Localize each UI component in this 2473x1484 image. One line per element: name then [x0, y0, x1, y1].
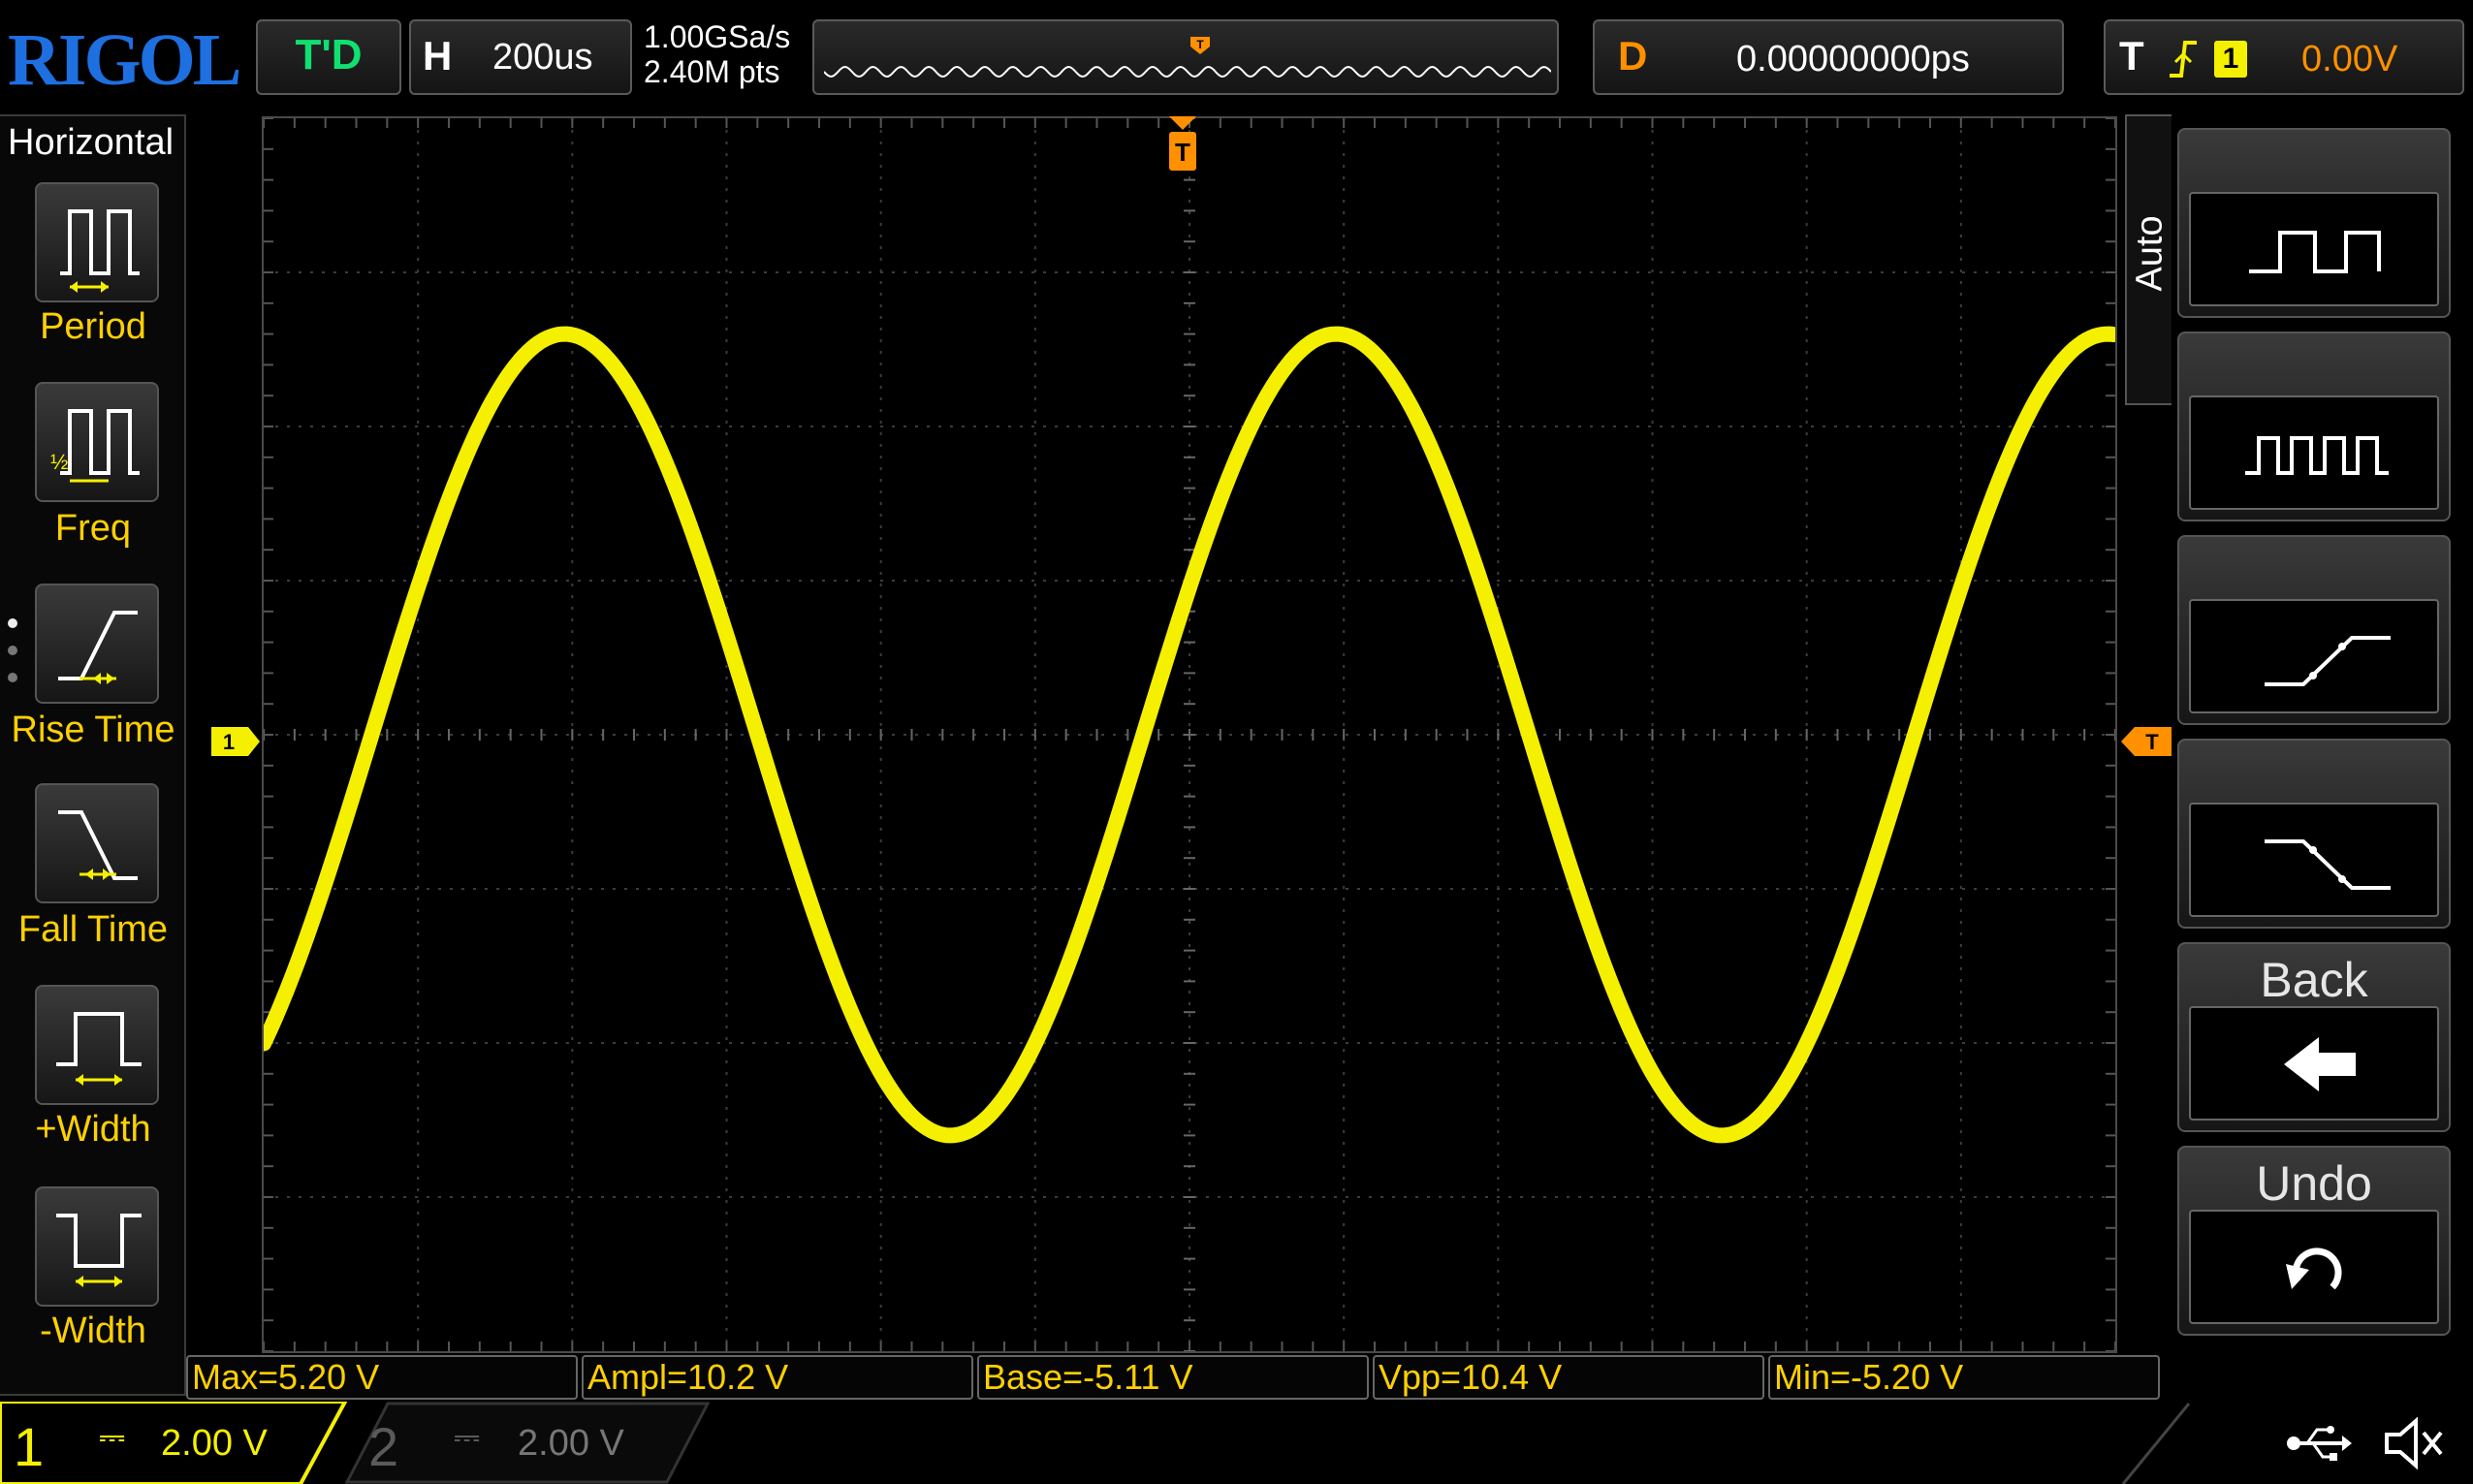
fall-time-icon: [58, 810, 138, 880]
dc-coupling-icon: ⎓: [454, 1419, 480, 1456]
svg-text:T: T: [1196, 38, 1204, 51]
grid-lines: [264, 118, 2115, 1351]
waveform-display[interactable]: [262, 116, 2117, 1353]
channel1-marker-label: 1: [223, 730, 235, 754]
positive-width-label: +Width: [35, 1109, 151, 1150]
rise-time-label: Rise Time: [11, 710, 175, 750]
undo-label: Undo: [2256, 1156, 2372, 1211]
trigger-level-value: 0.00V: [2301, 39, 2398, 79]
back-label: Back: [2260, 953, 2368, 1007]
dc-coupling-icon: ⎓: [99, 1419, 125, 1456]
channel1-number: 1: [14, 1416, 45, 1477]
pulse-train-icon: [2245, 436, 2389, 475]
graticule: [264, 118, 2115, 1351]
channel1-offset-marker[interactable]: 1: [211, 727, 262, 756]
memory-overview-waveform: T: [824, 37, 1551, 79]
overview-trigger-marker-icon: T: [1190, 37, 1210, 54]
auto-rising-edge-button[interactable]: [2177, 535, 2451, 725]
delay-value: 0.00000000ps: [1736, 39, 1970, 79]
period-label: Period: [40, 306, 146, 347]
channel1-scale: 2.00 V: [161, 1423, 268, 1464]
channel2-number: 2: [368, 1416, 399, 1477]
channel2-scale: 2.00 V: [518, 1423, 624, 1464]
page-dot: [8, 673, 17, 682]
measurement-max[interactable]: Max=5.20 V: [186, 1355, 578, 1400]
freq-button[interactable]: ½: [35, 382, 159, 502]
auto-pulse-train-button[interactable]: [2177, 332, 2451, 521]
freq-label: Freq: [54, 508, 132, 549]
rising-edge-icon: [2265, 636, 2391, 686]
negative-width-label: -Width: [40, 1310, 146, 1351]
fall-time-button[interactable]: [35, 783, 159, 903]
bottom-divider: [2121, 1403, 2191, 1484]
trigger-level-marker-label: T: [2145, 730, 2159, 754]
single-pulse-icon: [2249, 231, 2381, 273]
timebase-box[interactable]: H 200us: [409, 19, 632, 95]
speaker-muted-icon[interactable]: [2381, 1417, 2449, 1469]
trigger-level-marker[interactable]: T: [2121, 727, 2172, 756]
measurement-vpp[interactable]: Vpp=10.4 V: [1373, 1355, 1764, 1400]
rising-edge-trigger-icon: [2170, 41, 2197, 78]
freq-icon: ½: [50, 409, 140, 483]
acquisition-info: 1.00GSa/s 2.40M pts: [644, 19, 790, 89]
back-button[interactable]: Back: [2177, 942, 2451, 1132]
usb-icon: [2287, 1426, 2352, 1461]
period-icon: [60, 209, 140, 293]
trigger-position-marker[interactable]: T: [1167, 116, 1198, 176]
sample-rate: 1.00GSa/s: [644, 19, 791, 54]
measurement-base[interactable]: Base=-5.11 V: [977, 1355, 1369, 1400]
negative-width-icon: [56, 1214, 142, 1287]
rigol-logo: RIGOL: [8, 19, 241, 101]
fall-time-label: Fall Time: [17, 909, 169, 950]
timebase-value: 200us: [492, 37, 593, 78]
page-dot: [8, 646, 17, 655]
menu-title: Horizontal: [8, 122, 174, 163]
trigger-source-badge: 1: [2214, 41, 2247, 78]
memory-depth: 2.40M pts: [644, 54, 780, 89]
trigger-letter: T: [2119, 33, 2144, 79]
run-status-label: T'D: [295, 31, 363, 79]
run-status-indicator[interactable]: T'D: [256, 19, 401, 95]
rise-time-icon: [58, 611, 138, 684]
svg-text:½: ½: [50, 450, 68, 474]
measurement-min[interactable]: Min=-5.20 V: [1768, 1355, 2160, 1400]
period-button[interactable]: [35, 182, 159, 302]
undo-icon: [2286, 1247, 2342, 1290]
positive-width-icon: [56, 1012, 142, 1086]
page-dot-active: [8, 618, 17, 628]
negative-width-button[interactable]: [35, 1186, 159, 1307]
trigger-box[interactable]: T 1 0.00V: [2104, 19, 2464, 95]
rise-time-button[interactable]: [35, 584, 159, 704]
memory-overview-bar[interactable]: T: [812, 19, 1559, 95]
delay-box[interactable]: D 0.00000000ps: [1593, 19, 2064, 95]
undo-button[interactable]: Undo: [2177, 1146, 2451, 1336]
auto-tab-label: Auto: [2129, 215, 2171, 292]
horizontal-measure-menu: Horizontal Period ½ Freq Rise Time Fall …: [0, 114, 186, 1396]
delay-letter: D: [1618, 33, 1648, 79]
falling-edge-icon: [2265, 839, 2391, 890]
auto-tab[interactable]: Auto: [2125, 114, 2172, 405]
auto-falling-edge-button[interactable]: [2177, 739, 2451, 929]
positive-width-button[interactable]: [35, 985, 159, 1105]
horizontal-letter: H: [423, 33, 453, 79]
back-arrow-icon: [2284, 1037, 2356, 1091]
measurement-amplitude[interactable]: Ampl=10.2 V: [582, 1355, 973, 1400]
auto-single-pulse-button[interactable]: [2177, 128, 2451, 318]
trigger-position-marker-label: T: [1175, 138, 1190, 167]
